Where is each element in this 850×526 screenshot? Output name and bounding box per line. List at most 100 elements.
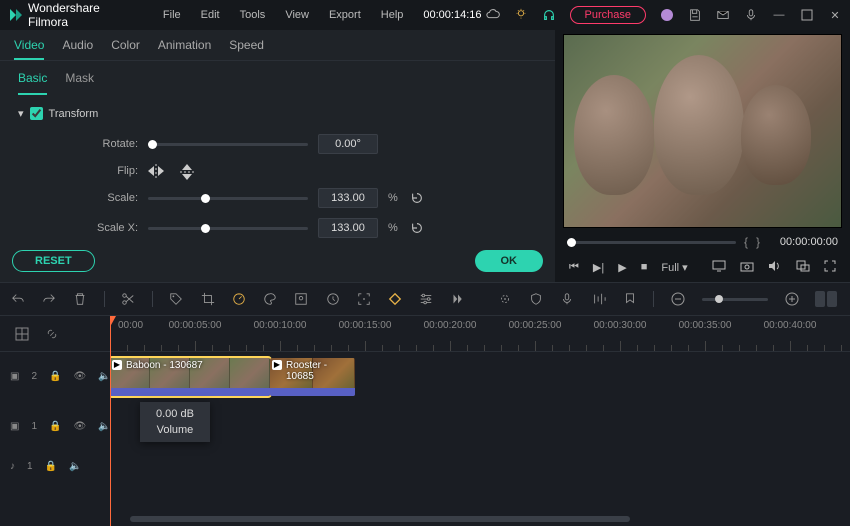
lock-icon[interactable]: 🔒	[45, 461, 57, 472]
eye-icon[interactable]: 👁	[73, 371, 86, 382]
tab-speed[interactable]: Speed	[229, 38, 264, 60]
properties-panel: Video Audio Color Animation Speed Basic …	[0, 30, 555, 282]
lightbulb-icon[interactable]	[514, 8, 528, 22]
menu-export[interactable]: Export	[321, 9, 369, 21]
tab-color[interactable]: Color	[111, 38, 140, 60]
lock-icon[interactable]: 🔒	[49, 371, 61, 382]
focus-icon[interactable]	[356, 291, 371, 307]
menu-view[interactable]: View	[277, 9, 317, 21]
time-ruler[interactable]: 00:00 00:00:05:00 00:00:10:00 00:00:15:0…	[110, 316, 850, 352]
scalex-reset-icon[interactable]	[410, 221, 424, 235]
section-transform[interactable]: ▾ Transform	[18, 107, 537, 120]
flip-horizontal-icon[interactable]	[148, 164, 164, 178]
tag-icon[interactable]	[169, 291, 184, 307]
fit-select[interactable]: Full ▾	[661, 261, 687, 274]
flip-vertical-icon[interactable]	[180, 164, 196, 178]
fullscreen-icon[interactable]	[824, 260, 836, 275]
zoom-out-icon[interactable]	[670, 291, 685, 307]
ok-button[interactable]: OK	[475, 250, 544, 272]
shield-icon[interactable]	[528, 291, 543, 307]
mark-out-button[interactable]: }	[756, 235, 760, 249]
transform-checkbox[interactable]	[30, 107, 43, 120]
timeline-tracks-area[interactable]: 00:00 00:00:05:00 00:00:10:00 00:00:15:0…	[110, 316, 850, 526]
green-screen-icon[interactable]	[294, 291, 309, 307]
rotate-slider[interactable]	[148, 143, 308, 146]
delete-icon[interactable]	[72, 291, 87, 307]
mail-icon[interactable]	[716, 8, 730, 22]
menu-help[interactable]: Help	[373, 9, 412, 21]
zoom-slider[interactable]	[702, 298, 769, 301]
play-icon[interactable]: ▶	[618, 261, 626, 274]
redo-icon[interactable]	[41, 291, 56, 307]
snapshot-icon[interactable]	[740, 260, 754, 275]
eye-icon[interactable]: 👁	[73, 421, 86, 432]
mute-icon[interactable]: 🔈	[98, 421, 110, 432]
prev-frame-icon[interactable]: ⏮	[569, 261, 579, 274]
split-icon[interactable]	[121, 291, 136, 307]
timeline-toolbar	[0, 282, 850, 316]
color-icon[interactable]	[263, 291, 278, 307]
minimize-icon[interactable]: —	[772, 8, 786, 22]
adjust-icon[interactable]	[419, 291, 434, 307]
close-icon[interactable]: ✕	[828, 8, 842, 22]
clock-icon[interactable]	[325, 291, 340, 307]
clip-play-icon: ▶	[112, 360, 122, 370]
speed-icon[interactable]	[231, 291, 246, 307]
scale-label: Scale:	[18, 192, 138, 204]
menu-tools[interactable]: Tools	[232, 9, 274, 21]
crop-icon[interactable]	[200, 291, 215, 307]
voiceover-icon[interactable]	[560, 291, 575, 307]
volume-icon[interactable]	[768, 260, 782, 275]
zoom-in-icon[interactable]	[784, 291, 799, 307]
subtab-mask[interactable]: Mask	[65, 71, 94, 95]
play-in-icon[interactable]: ▶|	[593, 261, 604, 274]
avatar-icon[interactable]	[660, 8, 674, 22]
tab-animation[interactable]: Animation	[158, 38, 211, 60]
clip-rooster[interactable]: ▶ Rooster - 10685	[270, 358, 355, 396]
mute-icon[interactable]: 🔈	[98, 371, 110, 382]
stop-icon[interactable]: ■	[641, 261, 648, 273]
track-head-video2: ▣2 🔒 👁 🔈	[0, 352, 110, 402]
mark-in-button[interactable]: {	[744, 235, 748, 249]
preview-scrubber[interactable]	[567, 241, 736, 244]
scale-value[interactable]: 133.00	[318, 188, 378, 208]
clip-baboon[interactable]: ▶ Baboon - 130687	[110, 358, 270, 396]
scalex-value[interactable]: 133.00	[318, 218, 378, 238]
track-video1[interactable]	[110, 402, 850, 452]
keyframe-icon[interactable]	[387, 291, 402, 307]
more-tools-icon[interactable]	[450, 291, 465, 307]
preview-viewport[interactable]	[563, 34, 842, 228]
scalex-slider[interactable]	[148, 227, 308, 230]
track-video2[interactable]: ▶ Baboon - 130687 ▶ Rooster - 10685 0.00…	[110, 352, 850, 402]
tab-video[interactable]: Video	[14, 38, 44, 60]
project-timecode: 00:00:14:16	[423, 9, 481, 21]
scale-slider[interactable]	[148, 197, 308, 200]
scale-reset-icon[interactable]	[410, 191, 424, 205]
menu-file[interactable]: File	[155, 9, 189, 21]
tab-audio[interactable]: Audio	[62, 38, 93, 60]
track-audio1[interactable]	[110, 452, 850, 482]
save-icon[interactable]	[688, 8, 702, 22]
maximize-icon[interactable]	[800, 8, 814, 22]
menu-edit[interactable]: Edit	[193, 9, 228, 21]
export-frame-icon[interactable]	[796, 260, 810, 275]
marker-icon[interactable]	[622, 291, 637, 307]
headphones-icon[interactable]	[542, 8, 556, 22]
playhead[interactable]	[110, 316, 111, 526]
mic-icon[interactable]	[744, 8, 758, 22]
rotate-value[interactable]: 0.00°	[318, 134, 378, 154]
link-icon[interactable]	[44, 326, 60, 342]
undo-icon[interactable]	[10, 291, 25, 307]
timeline-hscroll[interactable]	[110, 516, 850, 524]
audio-mix-icon[interactable]	[591, 291, 606, 307]
cloud-icon[interactable]	[486, 8, 500, 22]
display-icon[interactable]	[712, 260, 726, 275]
reset-button[interactable]: RESET	[12, 250, 95, 272]
subtab-basic[interactable]: Basic	[18, 71, 47, 95]
mute-icon[interactable]: 🔈	[69, 461, 81, 472]
track-manager-icon[interactable]	[14, 326, 30, 342]
enhance-icon[interactable]	[497, 291, 512, 307]
purchase-button[interactable]: Purchase	[570, 6, 646, 24]
lock-icon[interactable]: 🔒	[49, 421, 61, 432]
timeline-view-icon[interactable]	[815, 291, 840, 307]
